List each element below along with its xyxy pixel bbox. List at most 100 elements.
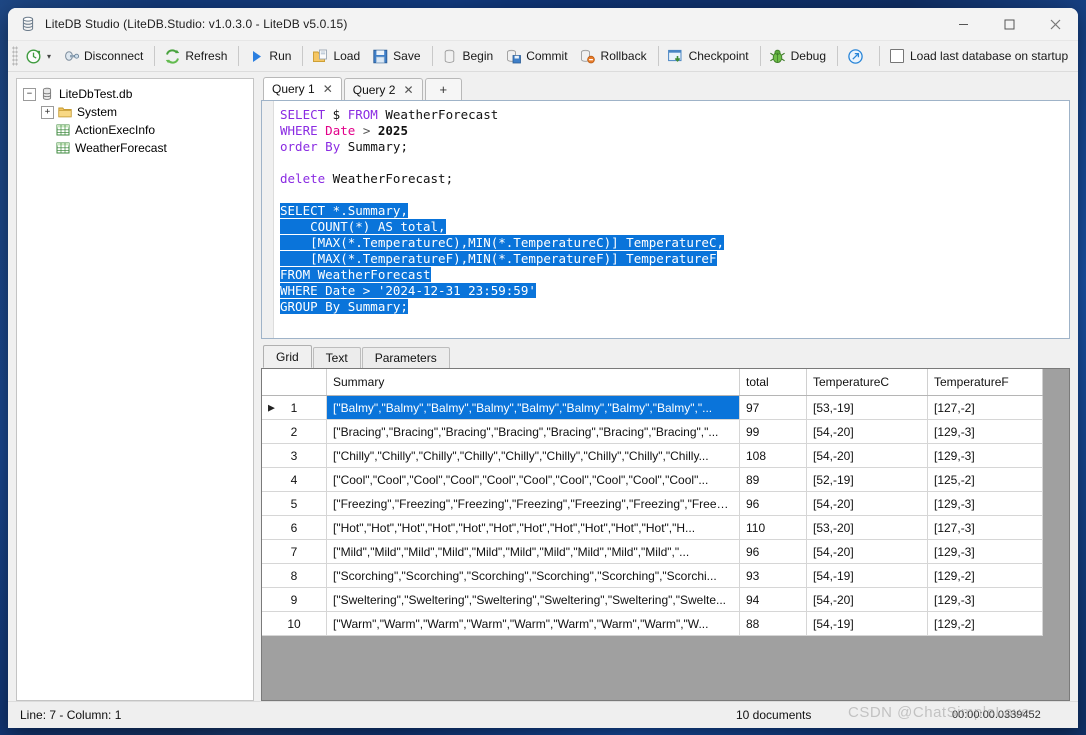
run-button[interactable]: Run — [243, 43, 298, 69]
cell-total[interactable]: 96 — [739, 539, 807, 564]
cell-summary[interactable]: ["Mild","Mild","Mild","Mild","Mild","Mil… — [326, 539, 740, 564]
load-last-database-checkbox[interactable]: Load last database on startup — [884, 44, 1074, 68]
tab-text[interactable]: Text — [312, 347, 361, 368]
sql-editor[interactable]: SELECT $ FROM WeatherForecast WHERE Date … — [261, 100, 1070, 339]
close-button[interactable] — [1032, 8, 1078, 40]
row-number-cell[interactable]: 2 — [262, 419, 327, 444]
cell-temperaturef[interactable]: [129,-3] — [927, 539, 1043, 564]
tree-node-root[interactable]: − LiteDbTest.db — [21, 85, 249, 103]
cell-summary[interactable]: ["Cool","Cool","Cool","Cool","Cool","Coo… — [326, 467, 740, 492]
cell-temperaturef[interactable]: [129,-3] — [927, 491, 1043, 516]
database-tree-panel[interactable]: − LiteDbTest.db + System ActionExecInfo … — [16, 78, 254, 701]
disconnect-button[interactable]: Disconnect — [58, 43, 150, 69]
column-header-summary[interactable]: Summary — [326, 369, 740, 396]
cell-temperaturec[interactable]: [54,-20] — [806, 587, 928, 612]
tab-query-1[interactable]: Query 1 ✕ — [263, 77, 342, 100]
begin-button[interactable]: Begin — [437, 43, 501, 69]
cell-total[interactable]: 110 — [739, 515, 807, 540]
refresh-button[interactable]: Refresh — [159, 43, 234, 69]
cell-temperaturec[interactable]: [53,-20] — [806, 515, 928, 540]
table-row[interactable]: 6 ["Hot","Hot","Hot","Hot","Hot","Hot","H… — [262, 515, 1069, 540]
row-number-cell[interactable]: 7 — [262, 539, 327, 564]
cell-temperaturef[interactable]: [129,-3] — [927, 419, 1043, 444]
table-row[interactable]: 8 ["Scorching","Scorching","Scorching","S… — [262, 563, 1069, 588]
close-icon[interactable]: ✕ — [403, 83, 413, 97]
cell-temperaturec[interactable]: [52,-19] — [806, 467, 928, 492]
row-number-cell[interactable]: 8 — [262, 563, 327, 588]
system-expander-icon[interactable]: + — [41, 105, 54, 119]
row-number-cell[interactable]: 5 — [262, 491, 327, 516]
minimize-button[interactable] — [940, 8, 986, 40]
cell-total[interactable]: 88 — [739, 611, 807, 636]
save-button[interactable]: Save — [367, 43, 427, 69]
info-button[interactable] — [842, 43, 875, 69]
add-query-tab-button[interactable]: + — [424, 78, 463, 100]
row-number-cell[interactable]: 3 — [262, 443, 327, 468]
row-number-cell[interactable]: ▶ 1 — [262, 395, 327, 420]
cell-total[interactable]: 93 — [739, 563, 807, 588]
cell-summary[interactable]: ["Chilly","Chilly","Chilly","Chilly","Ch… — [326, 443, 740, 468]
column-header-temperaturef[interactable]: TemperatureF — [927, 369, 1043, 396]
table-row[interactable]: 9 ["Sweltering","Sweltering","Sweltering"… — [262, 587, 1069, 612]
maximize-button[interactable] — [986, 8, 1032, 40]
tree-node-weatherforecast[interactable]: WeatherForecast — [21, 139, 249, 157]
cell-temperaturef[interactable]: [127,-3] — [927, 515, 1043, 540]
sql-editor-text[interactable]: SELECT $ FROM WeatherForecast WHERE Date … — [274, 101, 1069, 338]
checkbox-box[interactable] — [890, 49, 904, 63]
close-icon[interactable]: ✕ — [323, 82, 333, 96]
cell-total[interactable]: 108 — [739, 443, 807, 468]
row-number-cell[interactable]: 10 — [262, 611, 327, 636]
connect-button[interactable]: ▾ — [20, 43, 58, 69]
cell-total[interactable]: 99 — [739, 419, 807, 444]
cell-temperaturec[interactable]: [54,-19] — [806, 563, 928, 588]
commit-button[interactable]: Commit — [500, 43, 574, 69]
table-row[interactable]: 2 ["Bracing","Bracing","Bracing","Bracing… — [262, 419, 1069, 444]
cell-temperaturef[interactable]: [129,-2] — [927, 611, 1043, 636]
root-expander-icon[interactable]: − — [23, 87, 36, 101]
cell-temperaturef[interactable]: [129,-3] — [927, 443, 1043, 468]
column-header-total[interactable]: total — [739, 369, 807, 396]
cell-summary[interactable]: ["Hot","Hot","Hot","Hot","Hot","Hot","Ho… — [326, 515, 740, 540]
table-row[interactable]: 3 ["Chilly","Chilly","Chilly","Chilly","C… — [262, 443, 1069, 468]
cell-temperaturef[interactable]: [129,-3] — [927, 587, 1043, 612]
table-row[interactable]: ▶ 1 ["Balmy","Balmy","Balmy","Balmy","Balm… — [262, 395, 1069, 420]
checkpoint-button[interactable]: Checkpoint — [663, 43, 756, 69]
results-grid[interactable]: Summary total TemperatureC TemperatureF … — [261, 368, 1070, 701]
column-header-temperaturec[interactable]: TemperatureC — [806, 369, 928, 396]
table-row[interactable]: 4 ["Cool","Cool","Cool","Cool","Cool","Co… — [262, 467, 1069, 492]
cell-summary[interactable]: ["Balmy","Balmy","Balmy","Balmy","Balmy"… — [326, 395, 740, 420]
tree-node-actionexecinfo[interactable]: ActionExecInfo — [21, 121, 249, 139]
cell-summary[interactable]: ["Warm","Warm","Warm","Warm","Warm","War… — [326, 611, 740, 636]
cell-total[interactable]: 96 — [739, 491, 807, 516]
column-header-rownum[interactable] — [262, 369, 327, 396]
cell-summary[interactable]: ["Scorching","Scorching","Scorching","Sc… — [326, 563, 740, 588]
table-row[interactable]: 5 ["Freezing","Freezing","Freezing","Free… — [262, 491, 1069, 516]
table-row[interactable]: 10 ["Warm","Warm","Warm","Warm","Warm","W… — [262, 611, 1069, 636]
cell-temperaturec[interactable]: [53,-19] — [806, 395, 928, 420]
cell-summary[interactable]: ["Sweltering","Sweltering","Sweltering",… — [326, 587, 740, 612]
cell-total[interactable]: 94 — [739, 587, 807, 612]
cell-temperaturec[interactable]: [54,-20] — [806, 419, 928, 444]
cell-temperaturec[interactable]: [54,-19] — [806, 611, 928, 636]
cell-temperaturef[interactable]: [125,-2] — [927, 467, 1043, 492]
table-row[interactable]: 7 ["Mild","Mild","Mild","Mild","Mild","Mi… — [262, 539, 1069, 564]
row-number-cell[interactable]: 6 — [262, 515, 327, 540]
cell-summary[interactable]: ["Freezing","Freezing","Freezing","Freez… — [326, 491, 740, 516]
cell-temperaturef[interactable]: [127,-2] — [927, 395, 1043, 420]
tab-grid[interactable]: Grid — [263, 345, 312, 368]
cell-total[interactable]: 89 — [739, 467, 807, 492]
cell-summary[interactable]: ["Bracing","Bracing","Bracing","Bracing"… — [326, 419, 740, 444]
load-button[interactable]: Load — [307, 43, 367, 69]
row-number-cell[interactable]: 4 — [262, 467, 327, 492]
tree-node-system[interactable]: + System — [21, 103, 249, 121]
cell-total[interactable]: 97 — [739, 395, 807, 420]
connect-dropdown-caret[interactable]: ▾ — [47, 52, 51, 61]
cell-temperaturec[interactable]: [54,-20] — [806, 491, 928, 516]
tab-query-2[interactable]: Query 2 ✕ — [343, 78, 423, 100]
tab-parameters[interactable]: Parameters — [361, 347, 450, 368]
rollback-button[interactable]: Rollback — [575, 43, 654, 69]
row-number-cell[interactable]: 9 — [262, 587, 327, 612]
debug-button[interactable]: Debug — [765, 43, 833, 69]
cell-temperaturec[interactable]: [54,-20] — [806, 539, 928, 564]
cell-temperaturef[interactable]: [129,-2] — [927, 563, 1043, 588]
